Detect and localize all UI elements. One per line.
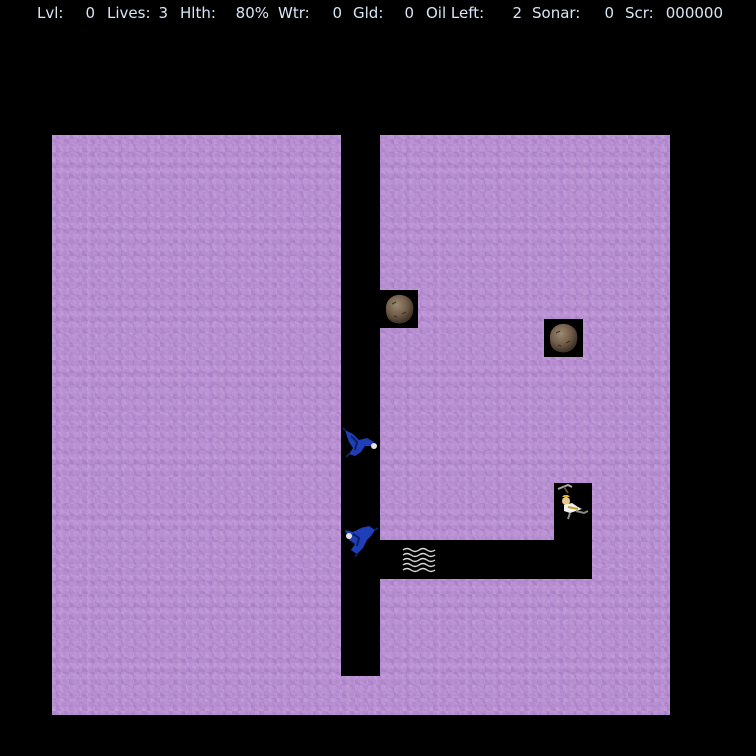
boulder-icon bbox=[549, 323, 578, 353]
gold-label: Gld: bbox=[353, 4, 384, 22]
boulder-icon bbox=[385, 294, 414, 324]
sonar-label: Sonar: bbox=[532, 4, 581, 22]
water-label: Wtr: bbox=[278, 4, 310, 22]
lives-label: Lives: bbox=[107, 4, 151, 22]
oil-label: Oil Left: bbox=[426, 4, 485, 22]
tunnelman-icon bbox=[557, 483, 589, 520]
health-value: 80% bbox=[235, 4, 269, 22]
protester-icon bbox=[342, 427, 377, 458]
water-value: 0 bbox=[332, 4, 342, 22]
lives-value: 3 bbox=[158, 4, 168, 22]
level-value: 0 bbox=[85, 4, 95, 22]
earth-field bbox=[52, 135, 670, 715]
sonar-value: 0 bbox=[604, 4, 614, 22]
protester-icon bbox=[345, 526, 379, 558]
game-screen: Lvl: 0 Lives: 3 Hlth: 80% Wtr: 0 Gld: 0 … bbox=[0, 0, 756, 756]
score-label: Scr: bbox=[625, 4, 654, 22]
water-pool-icon bbox=[402, 547, 436, 573]
central-shaft bbox=[341, 135, 380, 676]
health-label: Hlth: bbox=[180, 4, 216, 22]
level-label: Lvl: bbox=[37, 4, 64, 22]
score-value: 000000 bbox=[665, 4, 723, 22]
oil-value: 2 bbox=[512, 4, 522, 22]
status-bar: Lvl: 0 Lives: 3 Hlth: 80% Wtr: 0 Gld: 0 … bbox=[37, 4, 737, 24]
gold-value: 0 bbox=[404, 4, 414, 22]
